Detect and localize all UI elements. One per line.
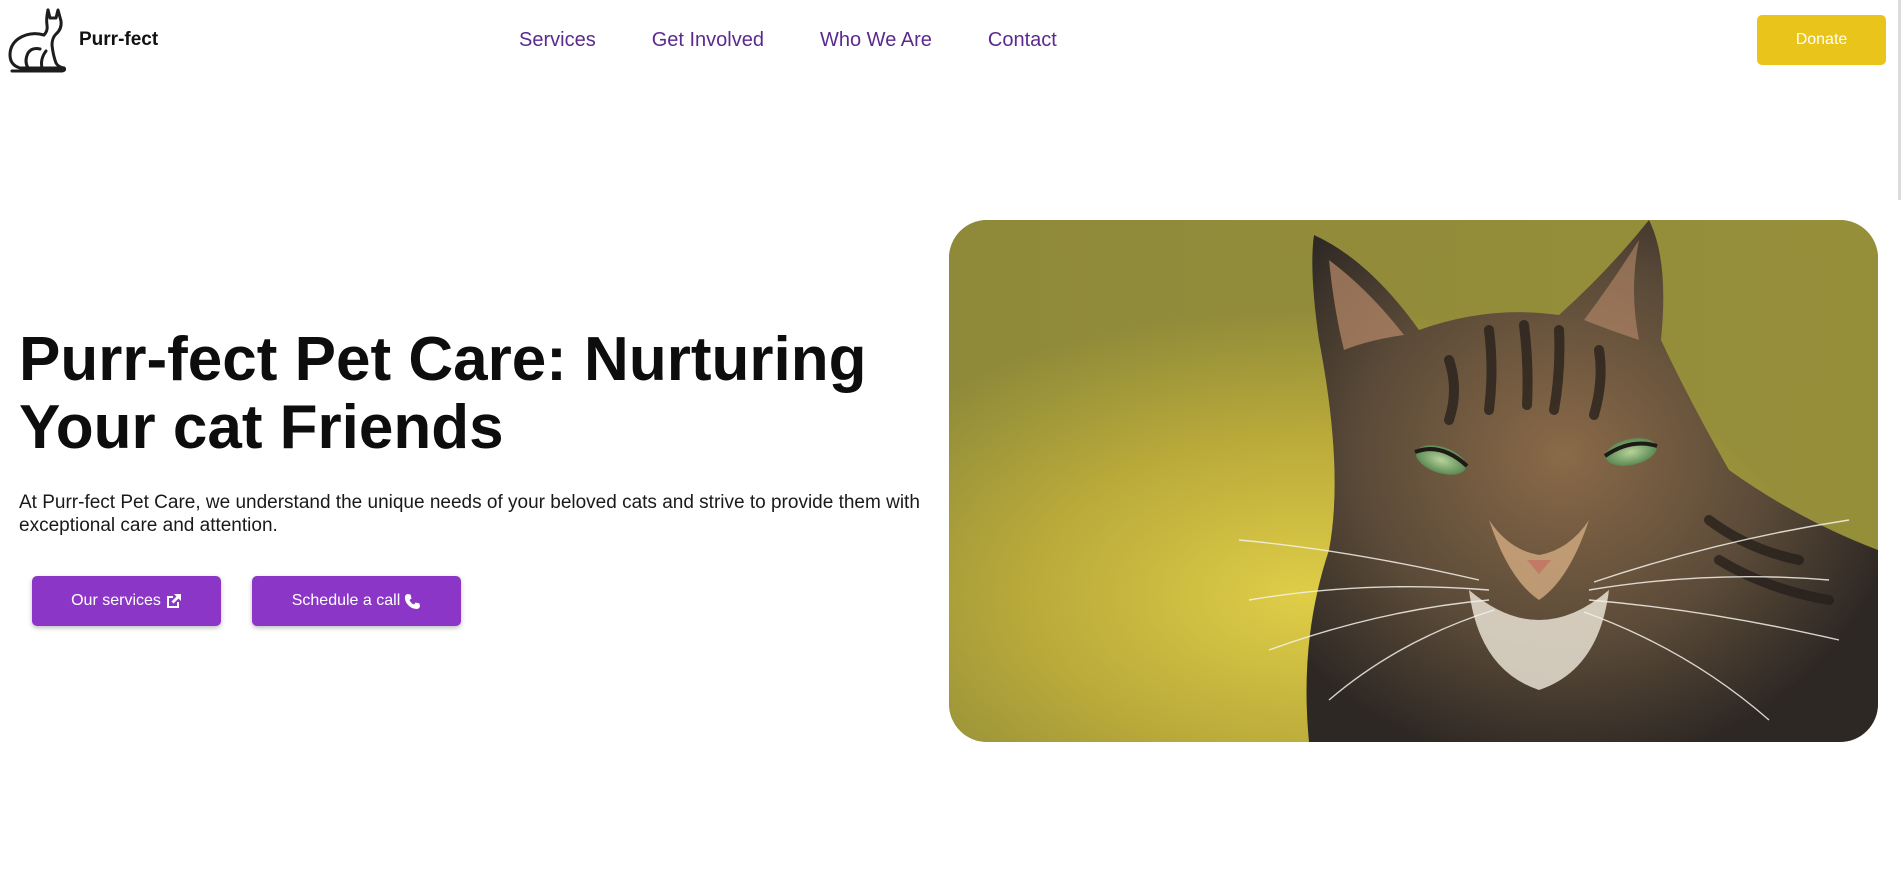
nav-contact[interactable]: Contact [988, 28, 1057, 52]
our-services-button[interactable]: Our services [32, 576, 221, 626]
schedule-call-label: Schedule a call [291, 592, 401, 609]
nav-get-involved[interactable]: Get Involved [652, 28, 764, 52]
schedule-call-button[interactable]: Schedule a call [252, 576, 461, 626]
cat-logo-icon[interactable] [6, 7, 67, 73]
hero-title-line-1: Purr-fect Pet Care: Nurturing [19, 325, 867, 394]
donate-button[interactable]: Donate [1757, 15, 1886, 65]
site-header: Purr-fect Services Get Involved Who We A… [0, 0, 1901, 80]
hero-description: At Purr-fect Pet Care, we understand the… [19, 492, 920, 536]
nav-services[interactable]: Services [519, 28, 596, 52]
brand-name[interactable]: Purr-fect [79, 28, 158, 52]
main-nav: Services Get Involved Who We Are Contact [519, 28, 1113, 52]
nav-who-we-are[interactable]: Who We Are [820, 28, 932, 52]
hero-title-line-2: Your cat Friends [19, 393, 504, 462]
hero-cat-image [949, 220, 1878, 742]
page: Purr-fect Services Get Involved Who We A… [0, 0, 1901, 890]
external-link-icon [165, 593, 182, 610]
hero-title: Purr-fect Pet Care: Nurturing Your cat F… [19, 326, 919, 462]
phone-icon [404, 593, 421, 610]
our-services-label: Our services [71, 592, 161, 609]
